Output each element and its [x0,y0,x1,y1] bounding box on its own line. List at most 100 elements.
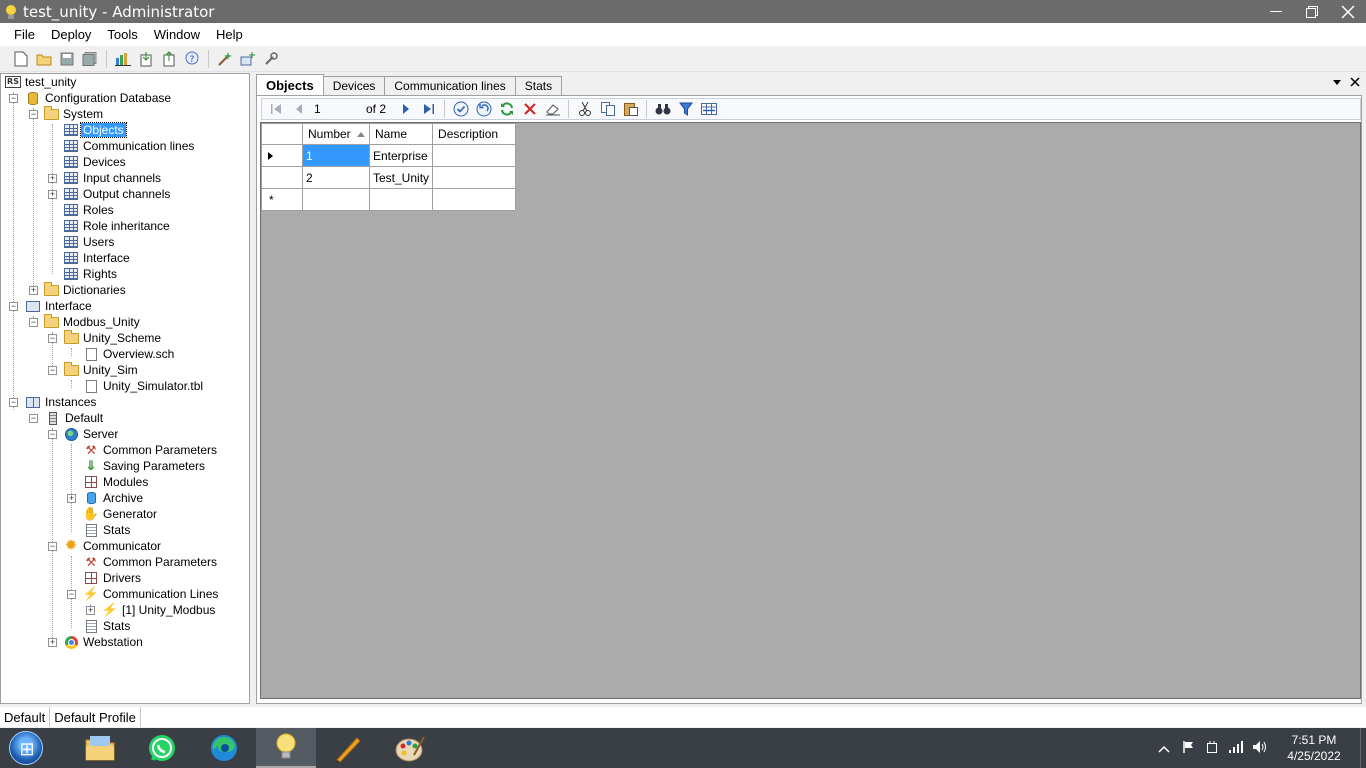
tree-node-server[interactable]: Server [63,426,120,442]
cell-number[interactable]: 2 [302,166,370,189]
tree-node-interface[interactable]: Interface [25,298,94,314]
table-row[interactable]: 1 Enterprise [261,144,517,167]
tree-node-role-inheritance[interactable]: Role inheritance [63,218,172,234]
tree-node-devices[interactable]: Devices [63,154,128,170]
taskbar-whatsapp[interactable] [132,728,192,768]
tree-node-interface-table[interactable]: Interface [63,250,132,266]
filter-icon[interactable] [676,100,695,119]
tab-objects[interactable]: Objects [256,74,324,95]
cell-number[interactable] [302,188,370,211]
tree-node-webstation[interactable]: Webstation [63,634,145,650]
expand-toggle[interactable]: + [48,638,57,647]
paste-icon[interactable] [621,100,640,119]
menu-help[interactable]: Help [208,27,251,42]
expand-toggle[interactable]: + [67,494,76,503]
delete-icon[interactable] [520,100,539,119]
restore-button[interactable] [1294,0,1330,23]
deploy-icon[interactable] [239,50,257,68]
volume-icon[interactable] [1248,740,1272,757]
collapse-toggle[interactable]: − [67,590,76,599]
start-button[interactable] [6,728,46,768]
network-signal-icon[interactable] [1224,740,1248,756]
show-hidden-icons-icon[interactable] [1152,741,1176,756]
autosize-columns-icon[interactable] [699,100,718,119]
undo-icon[interactable] [474,100,493,119]
table-row[interactable]: 2 Test_Unity [261,166,517,189]
explorer-tree[interactable]: RS test_unity − Configuration Database −… [0,73,250,704]
tree-node-archive[interactable]: Archive [83,490,145,506]
cell-description[interactable] [432,188,517,211]
tree-node-output-channels[interactable]: Output channels [63,186,172,202]
cut-icon[interactable] [575,100,594,119]
column-header-name[interactable]: Name [368,123,434,145]
tree-node-users[interactable]: Users [63,234,116,250]
tree-node-dictionaries[interactable]: Dictionaries [43,281,128,298]
tree-node-roles[interactable]: Roles [63,202,116,218]
row-header[interactable] [261,144,303,167]
tab-list-dropdown-icon[interactable] [1332,76,1342,90]
column-header-number[interactable]: Number [302,123,370,145]
tree-node-input-channels[interactable]: Input channels [63,170,163,186]
settings-tool-icon[interactable] [262,50,280,68]
tab-communication-lines[interactable]: Communication lines [384,76,516,95]
expand-toggle[interactable]: + [48,174,57,183]
taskbar-paint[interactable] [380,728,440,768]
taskbar-clock[interactable]: 7:51 PM 4/25/2022 [1272,732,1356,764]
row-header[interactable] [261,166,303,189]
tree-node-generator[interactable]: ✋ Generator [83,506,159,522]
device-icon[interactable] [1200,740,1224,757]
tree-node-server-common-parameters[interactable]: ⚒ Common Parameters [83,442,219,458]
taskbar-file-explorer[interactable] [70,728,130,768]
save-icon[interactable] [58,50,76,68]
cell-description[interactable] [432,144,517,167]
new-file-icon[interactable] [12,50,30,68]
tree-node-communicator[interactable]: ✹ Communicator [63,538,163,554]
table-row-new[interactable]: * [261,188,517,211]
taskbar-edge[interactable] [194,728,254,768]
save-all-icon[interactable] [81,50,99,68]
cell-number[interactable]: 1 [302,144,370,167]
tree-node-objects[interactable]: Objects [63,122,127,138]
cell-description[interactable] [432,166,517,189]
expand-toggle[interactable]: + [29,286,38,295]
tab-stats[interactable]: Stats [514,76,563,95]
taskbar-pencil-app[interactable] [318,728,378,768]
collapse-toggle[interactable]: − [9,398,18,407]
move-first-icon[interactable] [266,100,285,119]
tree-node-unity-simulator-tbl[interactable]: Unity_Simulator.tbl [83,378,205,394]
tree-node-modules[interactable]: Modules [83,474,150,490]
collapse-toggle[interactable]: − [48,430,57,439]
collapse-toggle[interactable]: − [9,94,18,103]
move-next-icon[interactable] [396,100,415,119]
cell-name[interactable]: Enterprise [368,144,434,167]
minimize-button[interactable] [1258,0,1294,23]
refresh-icon[interactable] [497,100,516,119]
chart-icon[interactable] [114,50,132,68]
tree-node-saving-parameters[interactable]: ⇓ Saving Parameters [83,458,207,474]
import-icon[interactable] [137,50,155,68]
close-button[interactable] [1330,0,1366,23]
apply-check-icon[interactable] [451,100,470,119]
open-folder-icon[interactable] [35,50,53,68]
tree-node-comm-stats[interactable]: Stats [83,618,132,634]
move-last-icon[interactable] [419,100,438,119]
menu-deploy[interactable]: Deploy [43,27,99,42]
export-icon[interactable] [160,50,178,68]
tree-node-communication-lines-instance[interactable]: ⚡ Communication Lines [83,586,220,602]
collapse-toggle[interactable]: − [29,110,38,119]
copy-icon[interactable] [598,100,617,119]
expand-toggle[interactable]: + [86,606,95,615]
close-tab-icon[interactable] [1350,76,1360,90]
menu-window[interactable]: Window [146,27,208,42]
tree-node-server-stats[interactable]: Stats [83,522,132,538]
tree-node-configuration-database[interactable]: Configuration Database [25,90,173,106]
tree-node-instances[interactable]: Instances [25,394,98,410]
move-previous-icon[interactable] [289,100,308,119]
menu-tools[interactable]: Tools [99,27,145,42]
tree-node-communication-lines[interactable]: Communication lines [63,138,196,154]
tab-devices[interactable]: Devices [322,76,386,95]
collapse-toggle[interactable]: − [48,542,57,551]
collapse-toggle[interactable]: − [29,318,38,327]
tree-node-system[interactable]: System [43,105,105,122]
tree-node-default[interactable]: Default [45,410,105,426]
